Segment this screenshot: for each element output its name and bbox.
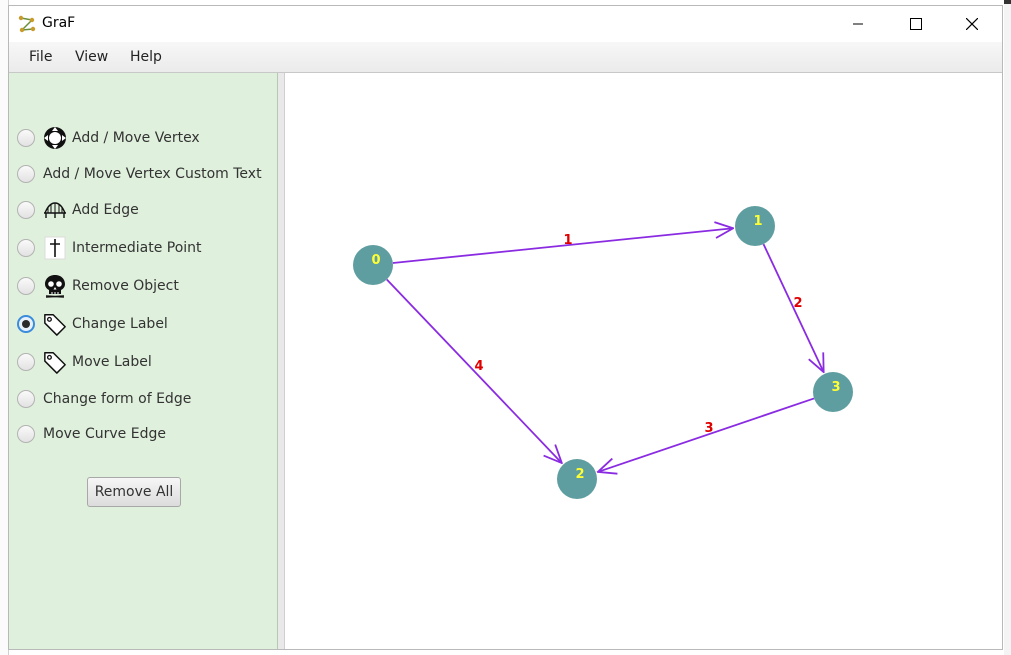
skull-icon <box>43 274 67 298</box>
edge-label[interactable]: 2 <box>793 296 802 311</box>
bridge-icon <box>43 198 67 222</box>
tool-label: Move Label <box>72 354 152 370</box>
vertex-move-icon <box>43 126 67 150</box>
tool-change-label[interactable]: Change Label <box>17 311 168 337</box>
tool-label: Add / Move Vertex <box>72 130 200 146</box>
vertex-label[interactable]: 3 <box>831 380 840 395</box>
menu-help[interactable]: Help <box>128 49 164 65</box>
cross-icon <box>43 236 67 260</box>
radio-add-move-vertex[interactable] <box>17 129 35 147</box>
graph-app-icon <box>18 15 36 33</box>
edge-label[interactable]: 1 <box>563 233 572 248</box>
radio-add-edge[interactable] <box>17 201 35 219</box>
close-button[interactable] <box>949 6 995 42</box>
graf-window: GraF File View Help Add / Move Vertex Ad… <box>8 5 1003 650</box>
vertex-label[interactable]: 0 <box>371 253 380 268</box>
radio-add-move-vertex-custom-text[interactable] <box>17 165 35 183</box>
panel-splitter[interactable] <box>278 73 285 649</box>
edge-label[interactable]: 4 <box>474 359 483 374</box>
menu-bar: File View Help <box>9 42 1002 73</box>
tool-label: Change Label <box>72 316 168 332</box>
graph-canvas[interactable]: 1 2 3 4 0 1 2 3 <box>285 73 1002 649</box>
tool-intermediate-point[interactable]: Intermediate Point <box>17 235 202 261</box>
tool-move-label[interactable]: Move Label <box>17 349 152 375</box>
tool-label: Add Edge <box>72 202 139 218</box>
vertex-label[interactable]: 2 <box>575 467 584 482</box>
radio-move-curve-edge[interactable] <box>17 425 35 443</box>
remove-all-button[interactable]: Remove All <box>87 477 181 507</box>
tool-label: Add / Move Vertex Custom Text <box>43 166 262 182</box>
radio-change-label[interactable] <box>17 315 35 333</box>
vertex-label[interactable]: 1 <box>753 214 762 229</box>
tool-move-curve-edge[interactable]: Move Curve Edge <box>17 421 166 447</box>
tool-add-move-vertex-custom-text[interactable]: Add / Move Vertex Custom Text <box>17 161 262 187</box>
menu-file[interactable]: File <box>27 49 54 65</box>
tool-label: Change form of Edge <box>43 391 192 407</box>
tool-remove-object[interactable]: Remove Object <box>17 273 179 299</box>
title-bar: GraF <box>9 6 1002 42</box>
minimize-icon <box>853 23 863 25</box>
tool-panel: Add / Move Vertex Add / Move Vertex Cust… <box>9 73 278 649</box>
tag-icon <box>43 312 67 336</box>
minimize-button[interactable] <box>835 6 881 42</box>
tool-label: Intermediate Point <box>72 240 202 256</box>
background-window-edge-right <box>1004 0 1011 655</box>
edge-label[interactable]: 3 <box>704 421 713 436</box>
tool-label: Move Curve Edge <box>43 426 166 442</box>
tool-change-form-of-edge[interactable]: Change form of Edge <box>17 386 191 412</box>
tool-add-move-vertex[interactable]: Add / Move Vertex <box>17 125 200 151</box>
radio-remove-object[interactable] <box>17 277 35 295</box>
close-icon <box>966 18 978 30</box>
tool-add-edge[interactable]: Add Edge <box>17 197 139 223</box>
maximize-button[interactable] <box>893 6 939 42</box>
menu-view[interactable]: View <box>73 49 110 65</box>
tool-label: Remove Object <box>72 278 179 294</box>
radio-change-form-of-edge[interactable] <box>17 390 35 408</box>
tag-icon <box>43 350 67 374</box>
radio-move-label[interactable] <box>17 353 35 371</box>
window-title: GraF <box>42 15 76 31</box>
graph-drawing[interactable]: 1 2 3 4 0 1 2 3 <box>285 73 1002 649</box>
radio-intermediate-point[interactable] <box>17 239 35 257</box>
maximize-icon <box>910 18 922 30</box>
